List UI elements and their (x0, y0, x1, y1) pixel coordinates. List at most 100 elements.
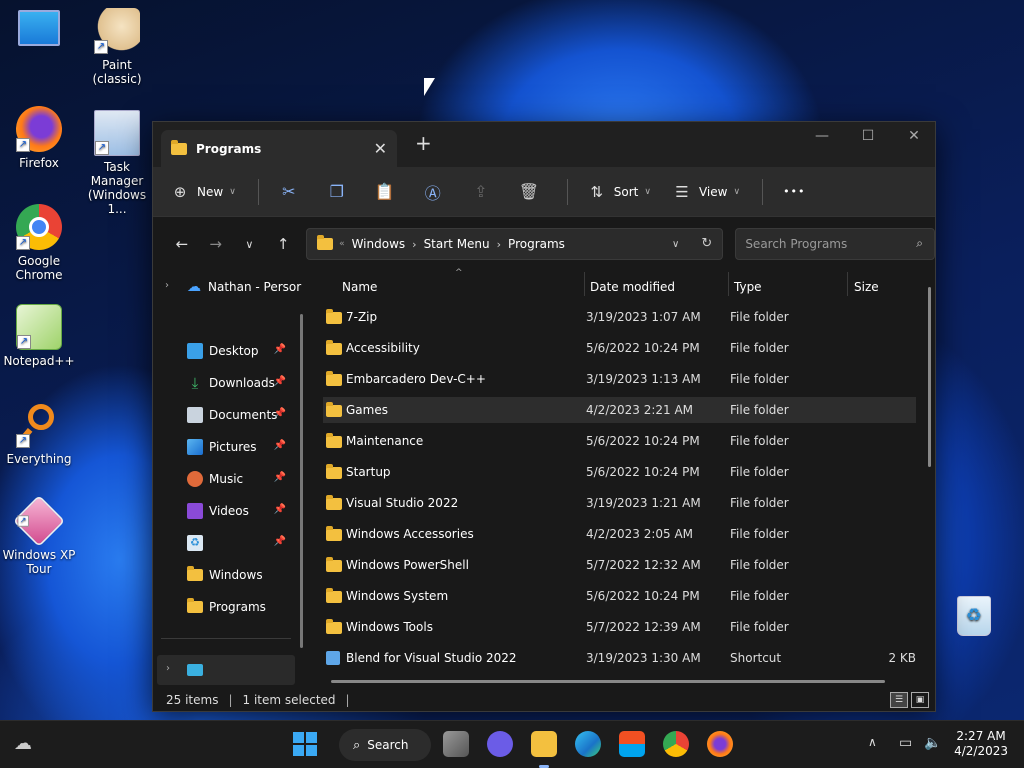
column-header-size[interactable]: Size (854, 272, 879, 302)
divider: | (228, 693, 233, 707)
edge-icon[interactable] (575, 731, 601, 757)
sidebar-scrollbar[interactable] (300, 314, 303, 648)
new-tab-button[interactable]: + (415, 133, 432, 153)
share-icon[interactable]: ⇪ (471, 182, 491, 201)
tab-close-icon[interactable]: ✕ (374, 139, 387, 158)
sidebar-item-pictures[interactable]: Pictures 📌 (153, 431, 308, 463)
desktop-icon-this-pc[interactable] (1, 10, 77, 50)
sidebar-item-videos[interactable]: Videos 📌 (153, 495, 308, 527)
chevron-right-icon[interactable]: › (165, 280, 169, 291)
sidebar-item-programs[interactable]: Programs (153, 591, 308, 623)
breadcrumb-programs[interactable]: Programs (508, 237, 565, 251)
table-row[interactable]: Visual Studio 2022 3/19/2023 1:21 AM File … (323, 490, 916, 516)
column-divider[interactable] (847, 272, 848, 296)
desktop-icon-paint[interactable]: ↗ Paint (classic) (79, 8, 155, 86)
table-row[interactable]: Startup 5/6/2022 10:24 PM File folder (323, 459, 916, 485)
desktop-icon-task-manager[interactable]: ↗ Task Manager (Windows 1... (79, 110, 155, 216)
tab-programs[interactable]: Programs ✕ (161, 130, 397, 167)
table-row[interactable]: Games 4/2/2023 2:21 AM File folder (323, 397, 916, 423)
chevron-right-icon[interactable]: › (497, 238, 501, 251)
table-row[interactable]: Windows PowerShell 5/7/2022 12:32 AM File … (323, 552, 916, 578)
desktop-icon-xp-tour[interactable]: ↗ Windows XP Tour (1, 494, 77, 576)
column-divider[interactable] (584, 272, 585, 296)
task-manager-icon: ↗ (94, 110, 140, 156)
close-button[interactable]: ✕ (891, 128, 937, 144)
file-list-scrollbar[interactable] (928, 287, 931, 467)
up-arrow-icon[interactable]: ↑ (266, 235, 300, 253)
file-name: Startup (346, 465, 391, 479)
table-row[interactable]: Windows Tools 5/7/2022 12:39 AM File folde… (323, 614, 916, 640)
store-icon[interactable] (619, 731, 645, 757)
more-options-button[interactable]: ••• (783, 185, 805, 198)
table-row[interactable]: Maintenance 5/6/2022 10:24 PM File folder (323, 428, 916, 454)
forward-arrow-icon[interactable]: → (199, 235, 233, 253)
firefox-taskbar-icon[interactable] (707, 731, 733, 757)
rename-icon[interactable]: Ⓐ (423, 180, 443, 204)
sidebar-item-onedrive[interactable]: › ☁ Nathan - Persor (153, 271, 308, 303)
task-view-icon[interactable] (443, 731, 469, 757)
table-row[interactable]: 7-Zip 3/19/2023 1:07 AM File folder (323, 304, 916, 330)
titlebar: Programs ✕ + — ☐ ✕ (153, 122, 935, 167)
chat-icon[interactable] (487, 731, 513, 757)
breadcrumb-start-menu[interactable]: Start Menu (424, 237, 490, 251)
horizontal-scrollbar[interactable] (331, 680, 885, 683)
start-button[interactable] (292, 731, 318, 757)
desktop-icon-notepadpp[interactable]: ↗ Notepad++ (1, 304, 77, 368)
sidebar-item-this-pc[interactable]: › (157, 655, 295, 685)
file-name: Windows Accessories (346, 527, 474, 541)
address-bar[interactable]: « Windows › Start Menu › Programs ∨ ↻ (306, 228, 724, 260)
chevron-up-icon[interactable]: ∧ (868, 735, 877, 749)
volume-icon[interactable]: 🔈 (924, 735, 941, 751)
file-explorer-taskbar-icon[interactable] (531, 731, 557, 757)
minimize-button[interactable]: — (799, 128, 845, 144)
clock[interactable]: 2:27 AM 4/2/2023 (954, 729, 1008, 759)
table-row[interactable]: Blend for Visual Studio 2022 3/19/2023 1:… (323, 645, 916, 671)
paste-icon[interactable]: 📋 (375, 182, 395, 201)
weather-widget-icon[interactable]: ☁ (10, 731, 36, 757)
tiles-view-icon[interactable]: ▣ (911, 692, 929, 708)
sidebar-item-windows[interactable]: Windows (153, 559, 308, 591)
recent-locations-chevron-icon[interactable]: ∨ (233, 238, 267, 251)
chrome-taskbar-icon[interactable] (663, 731, 689, 757)
table-row[interactable]: Accessibility 5/6/2022 10:24 PM File folde… (323, 335, 916, 361)
chevron-right-icon[interactable]: › (412, 238, 416, 251)
network-icon[interactable]: ▭ (899, 735, 912, 751)
refresh-icon[interactable]: ↻ (701, 236, 712, 251)
desktop-icon-recycle-bin[interactable]: ♻ (936, 596, 1012, 640)
column-header-name[interactable]: Name (342, 272, 377, 302)
maximize-button[interactable]: ☐ (845, 128, 891, 144)
taskbar-search-button[interactable]: ⌕ Search (339, 729, 431, 761)
column-header-type[interactable]: Type (734, 272, 762, 302)
sidebar-item-recycle-bin[interactable]: ♻ 📌 (153, 527, 308, 559)
chevron-right-icon[interactable]: › (166, 663, 170, 674)
column-header-date[interactable]: Date modified (590, 272, 675, 302)
table-row[interactable]: Windows System 5/6/2022 10:24 PM File fold… (323, 583, 916, 609)
desktop-icon-firefox[interactable]: ↗ Firefox (1, 106, 77, 170)
everything-search-icon: ↗ (16, 402, 62, 448)
table-row[interactable]: Windows Accessories 4/2/2023 2:05 AM File … (323, 521, 916, 547)
details-view-icon[interactable]: ☰ (890, 692, 908, 708)
view-button[interactable]: ☰ View ∨ (673, 183, 740, 201)
search-input[interactable] (736, 229, 907, 259)
sidebar-item-documents[interactable]: Documents 📌 (153, 399, 308, 431)
file-type: File folder (730, 527, 789, 541)
folder-icon (171, 139, 187, 155)
sort-button[interactable]: ⇅ Sort ∨ (588, 183, 651, 201)
column-divider[interactable] (728, 272, 729, 296)
back-arrow-icon[interactable]: ← (165, 235, 199, 253)
breadcrumb-overflow-icon[interactable]: « (339, 239, 345, 249)
breadcrumb-windows[interactable]: Windows (352, 237, 406, 251)
new-button[interactable]: ⊕ New ∨ (171, 183, 236, 201)
table-row[interactable]: Embarcadero Dev-C++ 3/19/2023 1:13 AM File… (323, 366, 916, 392)
sidebar-item-music[interactable]: Music 📌 (153, 463, 308, 495)
desktop-icon-chrome[interactable]: ↗ Google Chrome (1, 204, 77, 282)
copy-icon[interactable]: ❐ (327, 182, 347, 201)
desktop-icon-everything[interactable]: ↗ Everything (1, 402, 77, 466)
chevron-down-icon[interactable]: ∨ (672, 239, 679, 250)
sidebar-item-downloads[interactable]: ⤓ Downloads 📌 (153, 367, 308, 399)
delete-icon[interactable]: 🗑 (519, 182, 539, 201)
sidebar-item-desktop[interactable]: Desktop 📌 (153, 335, 308, 367)
item-count: 25 items (166, 693, 219, 707)
file-date: 4/2/2023 2:21 AM (586, 403, 694, 417)
cut-icon[interactable]: ✂ (279, 182, 299, 201)
